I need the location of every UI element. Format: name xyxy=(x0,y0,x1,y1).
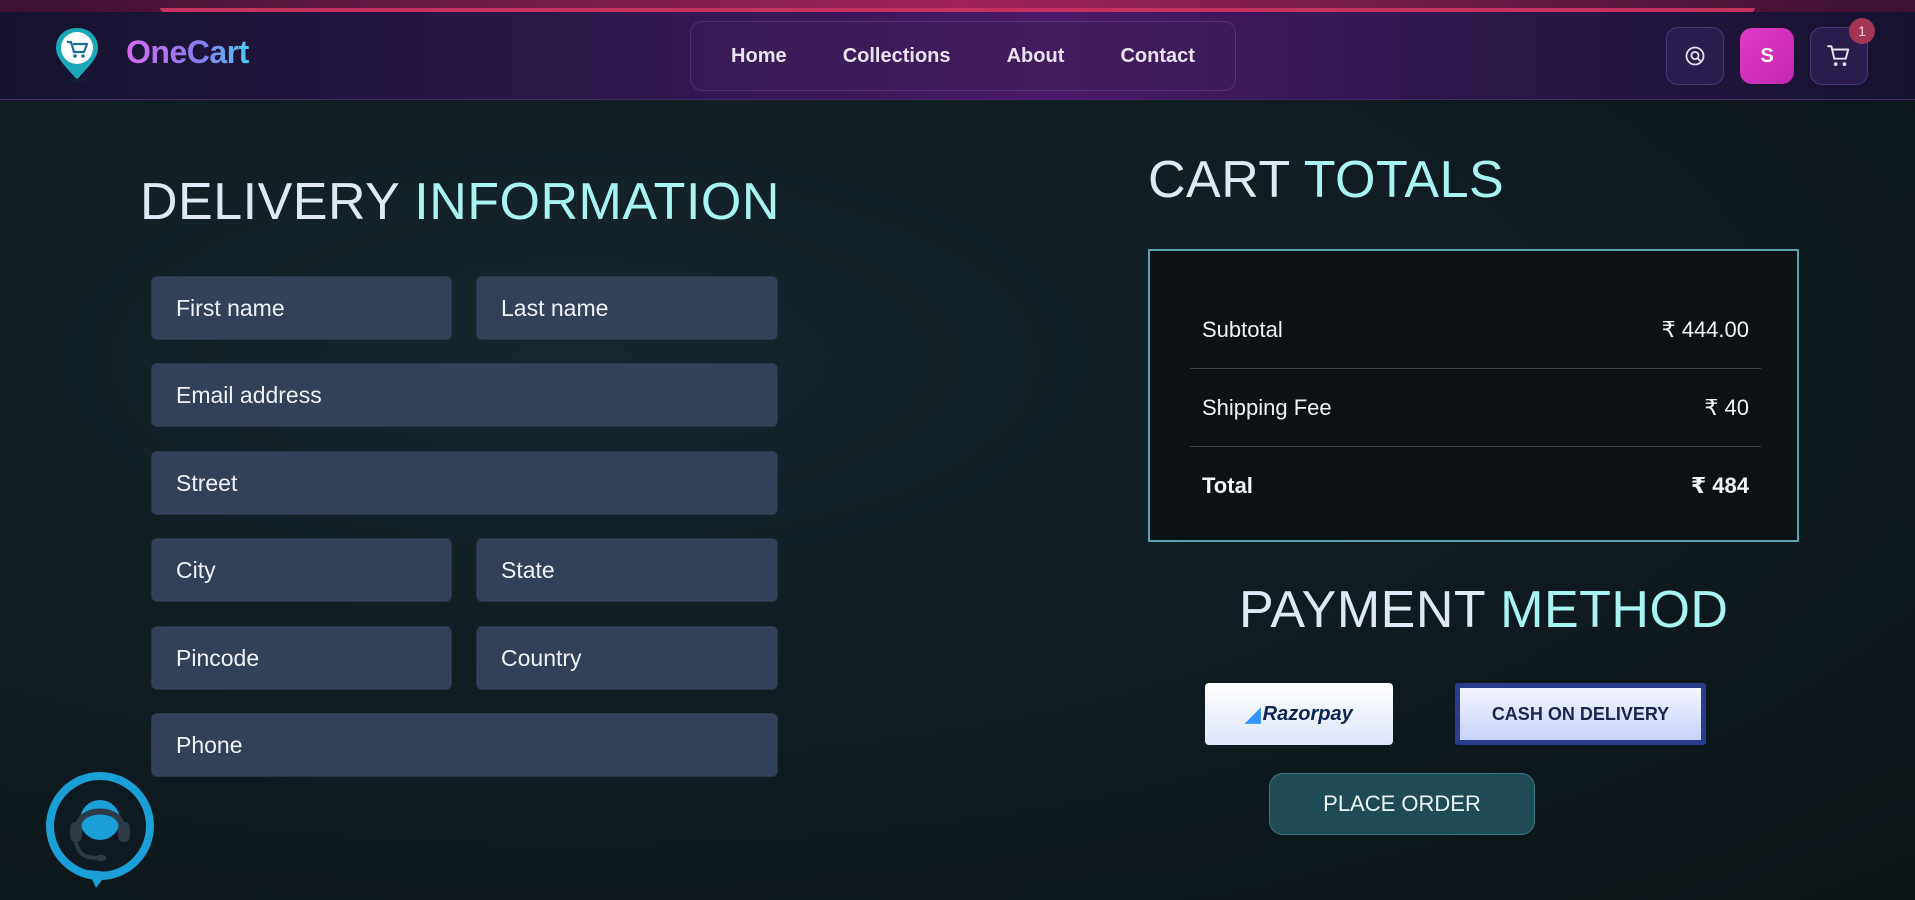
search-button[interactable] xyxy=(1666,27,1724,85)
shipping-row: Shipping Fee ₹ 40 xyxy=(1190,369,1761,447)
pincode-placeholder: Pincode xyxy=(176,644,260,671)
total-label: Total xyxy=(1202,473,1253,498)
email-field[interactable]: Email address xyxy=(151,363,778,427)
nav-collections[interactable]: Collections xyxy=(829,37,965,76)
search-icon xyxy=(1685,46,1705,66)
cod-label: CASH ON DELIVERY xyxy=(1491,703,1670,724)
country-field[interactable]: Country xyxy=(476,626,778,690)
razorpay-option[interactable]: ◢ Razorpay xyxy=(1205,683,1393,745)
headset-support-icon xyxy=(46,772,154,888)
payment-title-part2: METHOD xyxy=(1500,581,1729,639)
cash-on-delivery-option[interactable]: CASH ON DELIVERY xyxy=(1455,683,1706,745)
subtotal-row: Subtotal ₹ 444.00 xyxy=(1190,291,1761,369)
user-avatar-button[interactable]: S xyxy=(1740,28,1794,84)
razorpay-logo-icon: ◢ xyxy=(1245,703,1261,726)
delivery-title-part1: DELIVERY xyxy=(140,173,400,231)
street-placeholder: Street xyxy=(176,469,238,496)
cart-totals-box: Subtotal ₹ 444.00 Shipping Fee ₹ 40 Tota… xyxy=(1148,249,1799,542)
avatar-initial: S xyxy=(1760,44,1774,67)
logo-icon xyxy=(52,26,102,82)
nav-contact[interactable]: Contact xyxy=(1106,37,1208,76)
delivery-title-part2: INFORMATION xyxy=(414,173,780,231)
phone-field[interactable]: Phone xyxy=(151,713,778,777)
first-name-placeholder: First name xyxy=(176,294,285,321)
city-field[interactable]: City xyxy=(151,538,452,602)
last-name-placeholder: Last name xyxy=(501,294,609,321)
total-row: Total ₹ 484 xyxy=(1190,447,1761,525)
street-field[interactable]: Street xyxy=(151,451,778,515)
payment-title-part1: PAYMENT xyxy=(1239,581,1486,639)
state-field[interactable]: State xyxy=(476,538,778,602)
place-order-label: PLACE ORDER xyxy=(1323,791,1481,816)
subtotal-value: ₹ 444.00 xyxy=(1661,316,1749,342)
place-order-button[interactable]: PLACE ORDER xyxy=(1269,773,1535,835)
razorpay-label: Razorpay xyxy=(1262,702,1353,725)
nav-home[interactable]: Home xyxy=(717,37,801,76)
cart-icon xyxy=(1827,45,1850,66)
cart-title-part2: TOTALS xyxy=(1303,151,1505,209)
support-chat-button[interactable] xyxy=(44,770,156,894)
cart-totals-title: CART TOTALS xyxy=(1148,150,1504,210)
site-header: OneCart Home Collections About Contact S… xyxy=(0,12,1915,100)
payment-method-title: PAYMENT METHOD xyxy=(1239,580,1729,640)
cart-count-badge: 1 xyxy=(1849,18,1875,44)
first-name-field[interactable]: First name xyxy=(151,276,452,340)
last-name-field[interactable]: Last name xyxy=(476,276,778,340)
top-accent-strip xyxy=(0,0,1915,12)
shipping-value: ₹ 40 xyxy=(1704,394,1749,420)
nav-about[interactable]: About xyxy=(993,37,1079,76)
pincode-field[interactable]: Pincode xyxy=(151,626,452,690)
email-placeholder: Email address xyxy=(176,381,322,408)
brand-logo[interactable]: OneCart xyxy=(52,26,249,82)
phone-placeholder: Phone xyxy=(176,731,243,758)
delivery-title: DELIVERY INFORMATION xyxy=(140,172,780,232)
state-placeholder: State xyxy=(501,556,555,583)
city-placeholder: City xyxy=(176,556,216,583)
subtotal-label: Subtotal xyxy=(1202,316,1283,342)
country-placeholder: Country xyxy=(501,644,582,671)
main-nav: Home Collections About Contact xyxy=(690,21,1236,91)
cart-button[interactable]: 1 xyxy=(1810,18,1875,85)
total-value: ₹ 484 xyxy=(1690,473,1749,498)
cart-title-part1: CART xyxy=(1148,151,1290,209)
shipping-label: Shipping Fee xyxy=(1202,394,1332,420)
brand-name: OneCart xyxy=(126,33,249,70)
